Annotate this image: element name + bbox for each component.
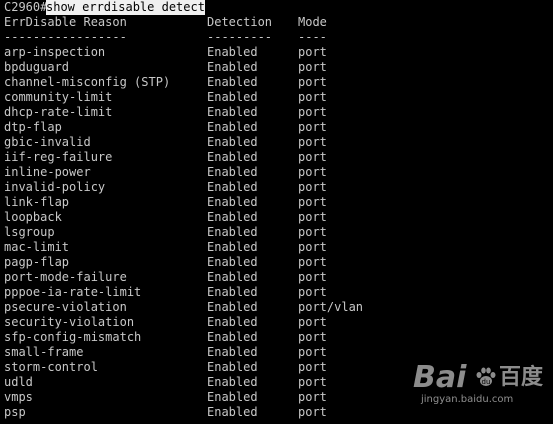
row-detection: Enabled [207, 270, 258, 284]
watermark-logo-right: 百度 [499, 365, 544, 390]
row-reason: dtp-flap [4, 120, 62, 134]
row-detection: Enabled [207, 330, 258, 344]
row-reason: udld [4, 375, 33, 389]
row-reason: inline-power [4, 165, 91, 179]
row-reason: iif-reg-failure [4, 150, 113, 164]
row-detection: Enabled [207, 285, 258, 299]
row-mode: port [298, 105, 327, 119]
row-detection: Enabled [207, 60, 258, 74]
row-mode: port [298, 90, 327, 104]
row-detection: Enabled [207, 315, 258, 329]
row-reason: mac-limit [4, 240, 70, 254]
row-reason: loopback [4, 210, 62, 224]
row-detection: Enabled [207, 255, 258, 269]
row-detection: Enabled [207, 45, 258, 59]
row-mode: port [298, 375, 327, 389]
row-detection: Enabled [207, 150, 258, 164]
separator-mode: ---- [298, 30, 327, 44]
row-detection: Enabled [207, 210, 258, 224]
row-mode: port [298, 315, 327, 329]
row-reason: dhcp-rate-limit [4, 105, 113, 119]
row-mode: port [298, 390, 327, 404]
row-mode: port [298, 75, 327, 89]
row-detection: Enabled [207, 405, 258, 419]
header-mode: Mode [298, 15, 327, 29]
prompt-line: C2960# show errdisable detect [4, 0, 205, 15]
row-reason: small-frame [4, 345, 84, 359]
row-mode: port [298, 330, 327, 344]
row-mode: port [298, 360, 327, 374]
row-detection: Enabled [207, 300, 258, 314]
row-detection: Enabled [207, 225, 258, 239]
row-mode: port [298, 225, 327, 239]
row-detection: Enabled [207, 375, 258, 389]
row-reason: port-mode-failure [4, 270, 127, 284]
row-reason: psp [4, 405, 26, 419]
table-separator-row: ----------------- --------- ---- [4, 30, 327, 45]
row-reason: channel-misconfig (STP) [4, 75, 171, 89]
row-reason: link-flap [4, 195, 70, 209]
row-detection: Enabled [207, 240, 258, 254]
table-header-row: ErrDisable Reason Detection Mode [4, 15, 327, 30]
row-reason: security-violation [4, 315, 135, 329]
row-mode: port [298, 210, 327, 224]
row-reason: lsgroup [4, 225, 55, 239]
prompt-host: C2960# [4, 0, 48, 14]
row-mode: port [298, 180, 327, 194]
row-detection: Enabled [207, 180, 258, 194]
row-reason: vmps [4, 390, 33, 404]
header-detection: Detection [207, 15, 273, 29]
row-mode: port [298, 45, 327, 59]
row-detection: Enabled [207, 105, 258, 119]
row-detection: Enabled [207, 75, 258, 89]
row-mode: port [298, 60, 327, 74]
row-mode: port [298, 405, 327, 419]
row-mode: port [298, 150, 327, 164]
row-mode: port [298, 255, 327, 269]
row-detection: Enabled [207, 360, 258, 374]
row-reason: invalid-policy [4, 180, 106, 194]
row-detection: Enabled [207, 390, 258, 404]
row-reason: pppoe-ia-rate-limit [4, 285, 142, 299]
row-reason: community-limit [4, 90, 113, 104]
row-reason: bpduguard [4, 60, 70, 74]
watermark-url: jingyan.baidu.com [421, 394, 514, 405]
row-detection: Enabled [207, 135, 258, 149]
row-mode: port [298, 135, 327, 149]
row-mode: port/vlan [298, 300, 364, 314]
row-detection: Enabled [207, 120, 258, 134]
row-detection: Enabled [207, 345, 258, 359]
separator-reason: ----------------- [4, 30, 127, 44]
row-reason: arp-inspection [4, 45, 106, 59]
terminal-window[interactable]: C2960# show errdisable detect ErrDisable… [0, 0, 553, 424]
row-reason: pagp-flap [4, 255, 70, 269]
row-detection: Enabled [207, 165, 258, 179]
row-mode: port [298, 285, 327, 299]
command-text: show errdisable detect [46, 0, 205, 15]
row-reason: sfp-config-mismatch [4, 330, 142, 344]
baidu-watermark: Bai du 百度 jingyan.baidu.com [413, 362, 543, 410]
row-mode: port [298, 270, 327, 284]
row-mode: port [298, 240, 327, 254]
svg-text:du: du [482, 378, 491, 386]
row-reason: storm-control [4, 360, 98, 374]
row-detection: Enabled [207, 90, 258, 104]
separator-detection: --------- [207, 30, 273, 44]
header-reason: ErrDisable Reason [4, 15, 127, 29]
baidu-paw-icon: du [476, 367, 496, 386]
row-mode: port [298, 120, 327, 134]
row-reason: gbic-invalid [4, 135, 91, 149]
row-mode: port [298, 165, 327, 179]
row-mode: port [298, 345, 327, 359]
row-mode: port [298, 195, 327, 209]
watermark-logo-left: Bai [413, 360, 467, 395]
row-detection: Enabled [207, 195, 258, 209]
row-reason: psecure-violation [4, 300, 127, 314]
